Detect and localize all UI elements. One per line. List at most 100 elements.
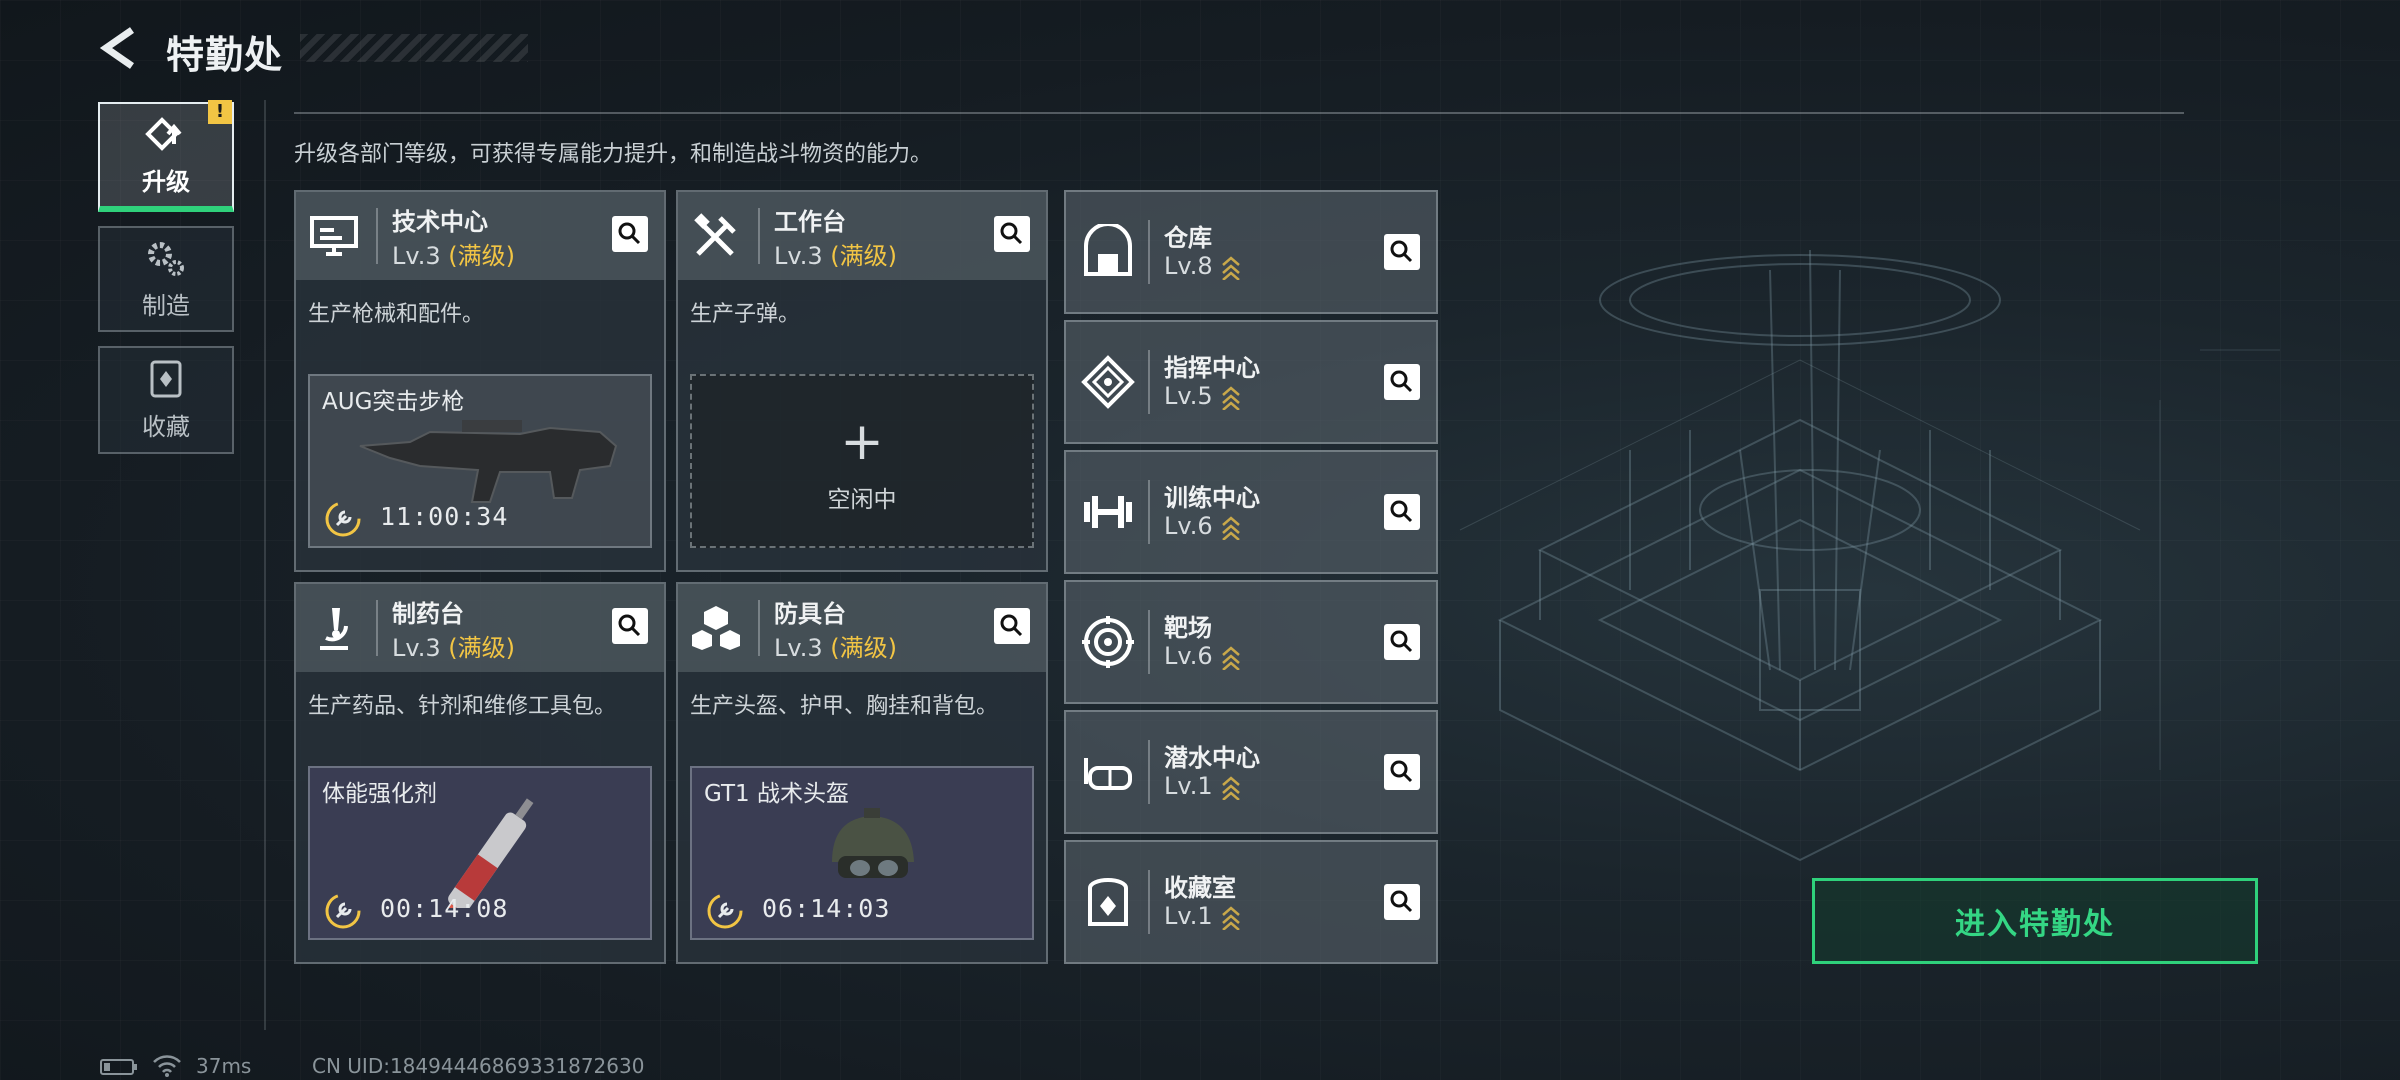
upgrade-chevron-icon bbox=[1221, 646, 1240, 670]
nav-collection[interactable]: 收藏 bbox=[98, 346, 234, 454]
search-icon bbox=[1000, 614, 1023, 637]
page-title: 特勤处 bbox=[166, 33, 284, 77]
search-icon bbox=[618, 222, 641, 245]
facility-header: 工作台 Lv.3 (满级) bbox=[678, 192, 1046, 280]
idle-craft-slot[interactable]: + 空闲中 bbox=[690, 374, 1034, 548]
facility-name: 防具台 bbox=[774, 600, 846, 628]
diving-mask-icon bbox=[1084, 758, 1132, 790]
facility-card-armor-bench: 防具台 Lv.3 (满级) 生产头盔、护甲、胸挂和背包。 GT1 战术头盔 06… bbox=[676, 582, 1048, 964]
facility-name: 指挥中心 bbox=[1164, 354, 1260, 382]
search-button[interactable] bbox=[994, 216, 1030, 252]
search-icon bbox=[1390, 240, 1413, 263]
search-button[interactable] bbox=[612, 608, 648, 644]
target-icon bbox=[1082, 616, 1134, 668]
upgrade-chevron-icon bbox=[1221, 906, 1240, 930]
nav-upgrade-label: 升级 bbox=[142, 167, 190, 196]
facility-name: 潜水中心 bbox=[1164, 744, 1260, 772]
search-icon bbox=[1390, 500, 1413, 523]
tools-icon bbox=[694, 213, 736, 256]
facility-name: 训练中心 bbox=[1164, 484, 1260, 512]
wifi-icon bbox=[153, 1055, 181, 1077]
facility-level: Lv.3 (满级) bbox=[774, 628, 897, 663]
divider-vertical bbox=[264, 100, 266, 1030]
command-icon bbox=[1081, 355, 1135, 409]
facility-level: Lv.1 bbox=[1164, 772, 1241, 800]
back-arrow-icon[interactable] bbox=[98, 26, 140, 70]
section-description: 升级各部门等级，可获得专属能力提升，和制造战斗物资的能力。 bbox=[294, 142, 933, 167]
header-separator bbox=[1148, 610, 1150, 674]
facility-card-training-center[interactable]: 训练中心 Lv.6 bbox=[1064, 450, 1438, 574]
facility-header: 技术中心 Lv.3 (满级) bbox=[296, 192, 664, 280]
ping-readout: 37ms bbox=[196, 1054, 252, 1078]
search-icon bbox=[1390, 630, 1413, 653]
facility-name: 制药台 bbox=[392, 600, 464, 628]
facility-level: Lv.6 bbox=[1164, 642, 1241, 670]
header-separator bbox=[1148, 480, 1150, 544]
facility-header: 制药台 Lv.3 (满级) bbox=[296, 584, 664, 672]
title-decoration bbox=[300, 34, 528, 62]
facility-name: 仓库 bbox=[1164, 224, 1212, 252]
facility-card-workbench: 工作台 Lv.3 (满级) 生产子弹。 + 空闲中 bbox=[676, 190, 1048, 572]
craft-slot[interactable]: GT1 战术头盔 06:14:03 bbox=[690, 766, 1034, 940]
add-icon: + bbox=[840, 412, 884, 472]
enter-special-ops-button[interactable]: 进入特勤处 bbox=[1812, 878, 2258, 964]
facility-card-pharmacy: 制药台 Lv.3 (满级) 生产药品、针剂和维修工具包。 体能强化剂 00:14… bbox=[294, 582, 666, 964]
facility-name: 工作台 bbox=[774, 208, 846, 236]
search-icon bbox=[1390, 890, 1413, 913]
facility-card-command-center[interactable]: 指挥中心 Lv.5 bbox=[1064, 320, 1438, 444]
header-separator bbox=[758, 208, 760, 264]
search-button[interactable] bbox=[1384, 494, 1420, 530]
facility-description: 生产药品、针剂和维修工具包。 bbox=[308, 694, 617, 719]
facility-level: Lv.8 bbox=[1164, 252, 1241, 280]
craft-timer: 11:00:34 bbox=[380, 502, 509, 531]
level-value: Lv.3 bbox=[392, 242, 441, 270]
header-separator bbox=[376, 600, 378, 656]
facility-header: 防具台 Lv.3 (满级) bbox=[678, 584, 1046, 672]
facility-level: Lv.6 bbox=[1164, 512, 1241, 540]
level-value: Lv.1 bbox=[1164, 902, 1213, 930]
search-button[interactable] bbox=[612, 216, 648, 252]
facility-level: Lv.3 (满级) bbox=[392, 628, 515, 663]
header-separator bbox=[1148, 740, 1150, 804]
craft-slot[interactable]: 体能强化剂 00:14:08 bbox=[308, 766, 652, 940]
level-value: Lv.6 bbox=[1164, 642, 1213, 670]
facility-description: 生产子弹。 bbox=[690, 302, 801, 327]
facility-card-shooting-range[interactable]: 靶场 Lv.6 bbox=[1064, 580, 1438, 704]
microscope-icon bbox=[320, 608, 348, 650]
search-button[interactable] bbox=[1384, 624, 1420, 660]
facility-name: 收藏室 bbox=[1164, 874, 1236, 902]
search-button[interactable] bbox=[1384, 754, 1420, 790]
facility-name: 技术中心 bbox=[392, 208, 488, 236]
rifle-image bbox=[359, 420, 618, 503]
facility-description: 生产头盔、护甲、胸挂和背包。 bbox=[690, 694, 999, 719]
warehouse-icon bbox=[1084, 224, 1132, 276]
craft-timer: 06:14:03 bbox=[762, 894, 891, 923]
level-value: Lv.5 bbox=[1164, 382, 1213, 410]
nav-craft[interactable]: 制造 bbox=[98, 226, 234, 332]
dumbbell-icon bbox=[1084, 496, 1132, 528]
search-button[interactable] bbox=[1384, 364, 1420, 400]
nav-collection-label: 收藏 bbox=[142, 412, 190, 441]
facility-card-collection-room[interactable]: 收藏室 Lv.1 bbox=[1064, 840, 1438, 964]
upgrade-chevron-icon bbox=[1221, 776, 1240, 800]
header-separator bbox=[376, 208, 378, 264]
facility-description: 生产枪械和配件。 bbox=[308, 302, 485, 327]
header-separator bbox=[1148, 350, 1150, 414]
facility-card-diving-center[interactable]: 潜水中心 Lv.1 bbox=[1064, 710, 1438, 834]
search-button[interactable] bbox=[994, 608, 1030, 644]
special-ops-building-illustration bbox=[1459, 249, 2280, 862]
facility-card-tech-center: 技术中心 Lv.3 (满级) 生产枪械和配件。 AUG突击步枪 11:00:34 bbox=[294, 190, 666, 572]
collection-room-icon bbox=[1088, 878, 1128, 926]
max-level-tag: (满级) bbox=[830, 634, 897, 662]
search-button[interactable] bbox=[1384, 234, 1420, 270]
collection-icon bbox=[150, 360, 182, 397]
craft-slot[interactable]: AUG突击步枪 11:00:34 bbox=[308, 374, 652, 548]
facility-level: Lv.5 bbox=[1164, 382, 1241, 410]
facility-card-warehouse[interactable]: 仓库 Lv.8 bbox=[1064, 190, 1438, 314]
craft-timer: 00:14:08 bbox=[380, 894, 509, 923]
max-level-tag: (满级) bbox=[448, 242, 515, 270]
search-icon bbox=[618, 614, 641, 637]
search-button[interactable] bbox=[1384, 884, 1420, 920]
upgrade-icon bbox=[145, 116, 182, 151]
timer-wrench-icon bbox=[325, 501, 361, 537]
